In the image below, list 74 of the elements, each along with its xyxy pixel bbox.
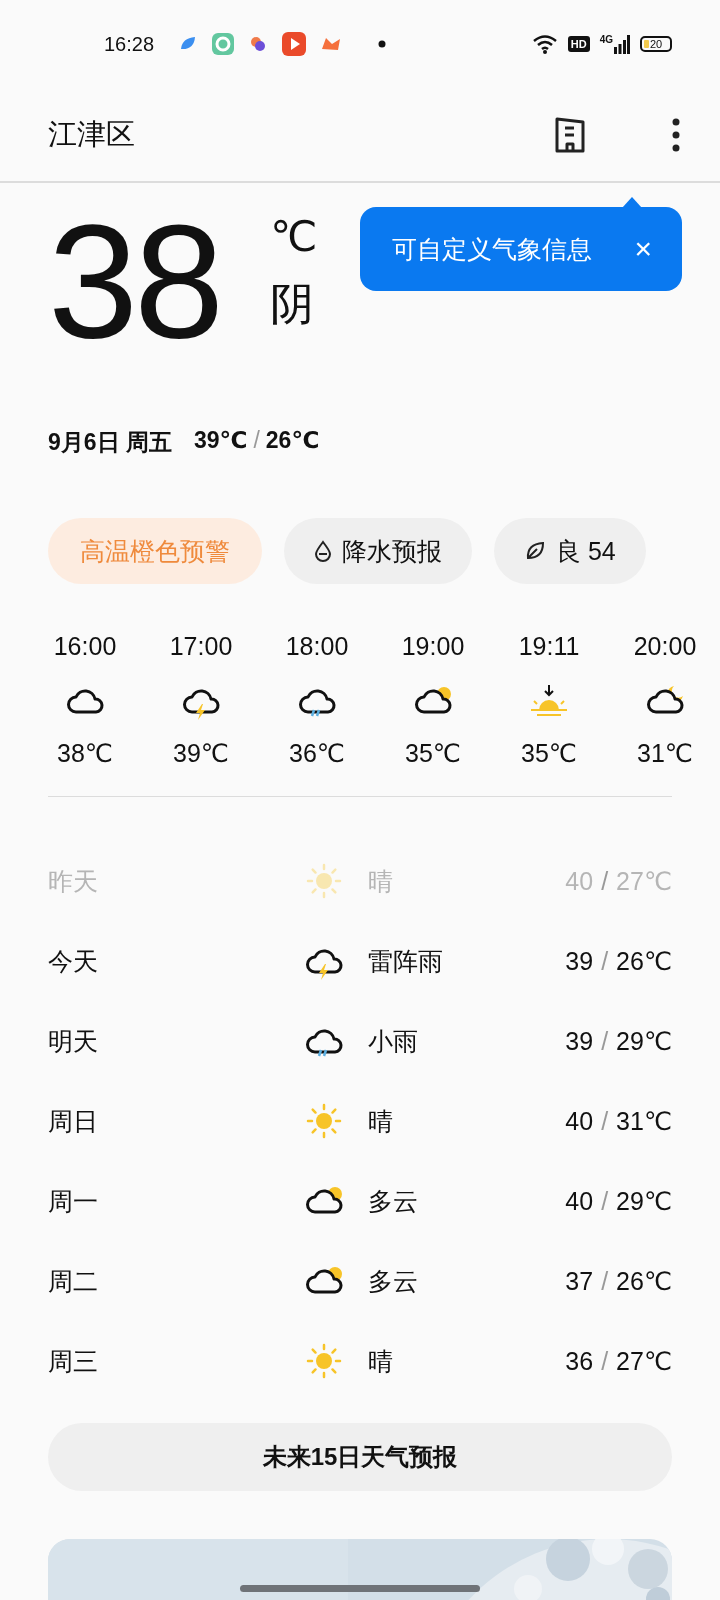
hour-temperature: 38℃ (57, 739, 113, 768)
battery-icon: 20 (640, 36, 672, 52)
temperature-separator: / (601, 866, 609, 896)
low-temperature: 29℃ (616, 1186, 672, 1216)
signal-icon (614, 34, 630, 54)
hour-time: 19:11 (518, 632, 580, 661)
temperature-unit: ℃ (270, 212, 318, 262)
day-condition: 晴 (368, 865, 393, 897)
precipitation-chip[interactable]: 降水预报 (284, 518, 472, 584)
day-label: 周三 (48, 1345, 99, 1377)
hour-temperature: 35℃ (521, 739, 577, 768)
tooltip-text: 可自定义气象信息 (392, 233, 593, 265)
hd-badge: HD (567, 36, 590, 52)
network-type: 4G (599, 34, 613, 45)
day-condition: 晴 (368, 1345, 393, 1377)
hour-time: 20:00 (633, 632, 697, 661)
high-temperature: 36 (565, 1346, 594, 1376)
temperature-separator: / (601, 1266, 609, 1296)
day-condition: 晴 (368, 1105, 393, 1137)
high-temperature: 39℃ (194, 427, 248, 455)
hour-time: 19:00 (401, 632, 465, 661)
high-temperature: 39 (565, 1026, 594, 1056)
day-condition: 雷阵雨 (368, 945, 443, 977)
building-icon[interactable] (554, 115, 586, 154)
air-quality-chip[interactable]: 良 54 (494, 518, 646, 584)
location-title[interactable]: 江津区 (48, 114, 135, 155)
day-condition: 多云 (368, 1185, 418, 1217)
high-temperature: 37 (565, 1266, 594, 1296)
leaf-icon (524, 540, 546, 562)
app-icon (282, 32, 307, 56)
drop-icon (314, 540, 332, 562)
forecast-button[interactable]: 未来15日天气预报 (48, 1423, 672, 1491)
current-temperature: 38 (48, 211, 221, 351)
day-label: 周日 (48, 1105, 99, 1137)
day-label: 今天 (48, 945, 99, 977)
low-temperature: 27℃ (616, 866, 672, 896)
low-temperature: 26℃ (616, 946, 672, 976)
temperature-separator: / (601, 1106, 609, 1136)
low-temperature: 26℃ (616, 1266, 672, 1296)
hour-time: 16:00 (53, 632, 117, 661)
close-button[interactable]: × (634, 232, 652, 266)
high-temperature: 39 (565, 946, 594, 976)
status-time: 16:28 (104, 32, 155, 56)
hour-temperature: 35℃ (405, 739, 461, 768)
day-condition: 多云 (368, 1265, 418, 1297)
day-label: 周一 (48, 1185, 99, 1217)
more-menu-icon[interactable] (672, 117, 680, 152)
hour-temperature: 36℃ (289, 739, 345, 768)
low-temperature: 29℃ (616, 1026, 672, 1056)
low-temperature: 31℃ (616, 1106, 672, 1136)
high-temperature: 40 (565, 1106, 594, 1136)
date-text: 9月6日 周五 (48, 428, 172, 457)
low-temperature: 27℃ (616, 1346, 672, 1376)
temperature-separator: / (601, 1026, 609, 1056)
day-label: 周二 (48, 1265, 99, 1297)
hour-time: 17:00 (169, 632, 233, 661)
high-temperature: 40 (565, 1186, 594, 1216)
app-icon (212, 33, 235, 55)
hour-time: 18:00 (285, 632, 349, 661)
high-temperature: 40 (565, 866, 594, 896)
temperature-separator: / (253, 427, 260, 455)
current-condition: 阴 (270, 278, 316, 330)
wifi-icon (531, 34, 558, 54)
day-label: 昨天 (48, 865, 99, 897)
temperature-separator: / (601, 946, 609, 976)
hour-temperature: 31℃ (637, 739, 693, 768)
hour-temperature: 39℃ (173, 739, 229, 768)
temperature-separator: / (601, 1346, 609, 1376)
day-condition: 小雨 (368, 1025, 418, 1057)
day-label: 明天 (48, 1025, 99, 1057)
app-icon (320, 35, 343, 53)
low-temperature: 26℃ (265, 427, 320, 455)
notification-dot-icon (378, 40, 387, 48)
temperature-separator: / (601, 1186, 609, 1216)
